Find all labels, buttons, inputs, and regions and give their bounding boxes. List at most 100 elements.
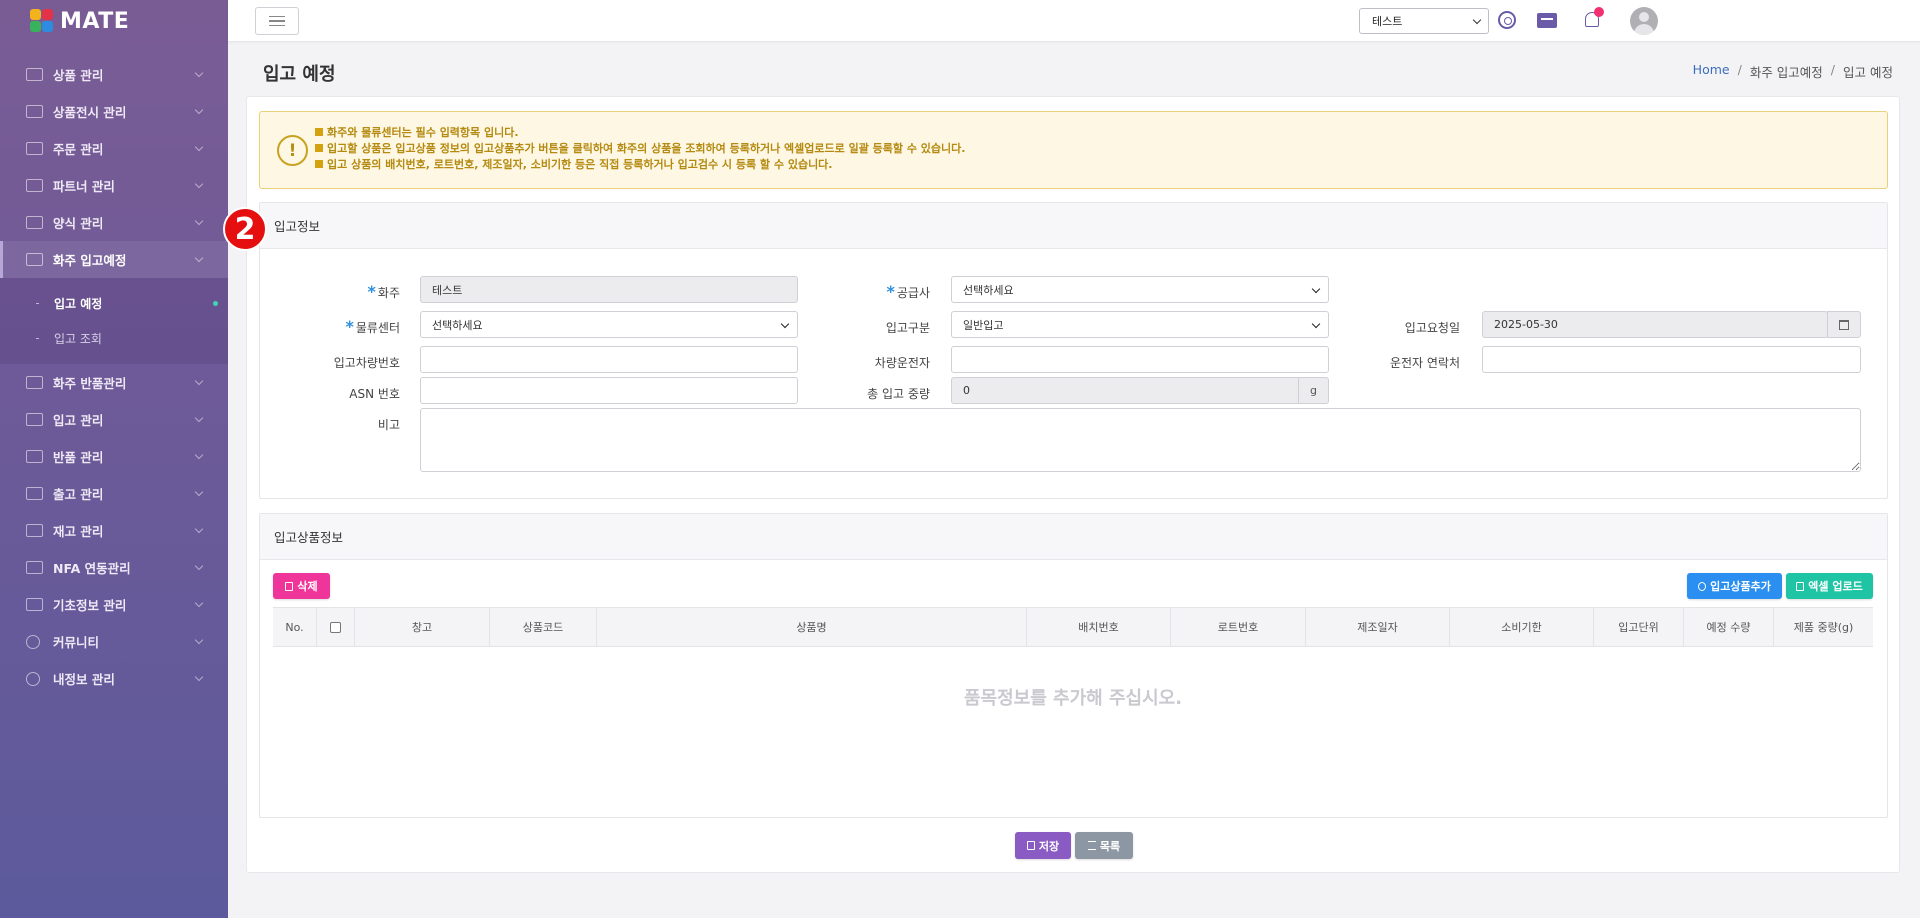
inbound-type-value: 일반입고 — [963, 318, 1004, 332]
column-header[interactable]: 제조일자 — [1306, 608, 1450, 646]
handshake-icon — [26, 179, 43, 192]
chevron-down-icon — [194, 376, 204, 386]
sidebar-item-basic-info[interactable]: 기초정보 관리 — [0, 586, 228, 623]
list-button[interactable]: 목록 — [1075, 832, 1133, 859]
chevron-down-icon — [194, 561, 204, 571]
save-button[interactable]: 저장 — [1015, 832, 1071, 859]
box-icon — [26, 68, 43, 81]
list-button-label: 목록 — [1099, 839, 1121, 853]
calendar-icon — [1839, 319, 1849, 330]
receive-icon — [26, 413, 43, 426]
vehicle-no-input[interactable] — [420, 346, 798, 373]
column-header[interactable]: 로트번호 — [1171, 608, 1306, 646]
sidebar-item-orders[interactable]: 주문 관리 — [0, 130, 228, 167]
exit-icon — [26, 450, 43, 463]
submenu-item-inbound-plan[interactable]: 입고 예정 — [0, 286, 228, 321]
shipper-select[interactable]: 테스트 — [1359, 8, 1489, 34]
save-button-label: 저장 — [1038, 839, 1060, 853]
avatar[interactable] — [1630, 7, 1658, 35]
sidebar-item-inbound[interactable]: 입고 관리 — [0, 401, 228, 438]
asn-input[interactable] — [420, 377, 798, 404]
center-select-value: 선택하세요 — [432, 318, 483, 332]
column-header[interactable]: 소비기한 — [1450, 608, 1594, 646]
section-title: 입고상품정보 — [260, 514, 1887, 560]
logo[interactable]: MATE — [0, 0, 228, 42]
topbar — [228, 0, 1920, 42]
column-header[interactable]: 예정 수량 — [1684, 608, 1774, 646]
chevron-down-icon — [194, 68, 204, 78]
column-header[interactable]: 배치번호 — [1027, 608, 1171, 646]
excel-upload-button[interactable]: 엑셀 업로드 — [1786, 573, 1873, 599]
chevron-down-icon — [194, 487, 204, 497]
sidebar-item-community[interactable]: 커뮤니티 — [0, 623, 228, 660]
chevron-down-icon — [194, 142, 204, 152]
sidebar-item-inventory[interactable]: 재고 관리 — [0, 512, 228, 549]
submenu-item-inbound-search[interactable]: 입고 조회 — [0, 321, 228, 356]
chevron-down-icon — [194, 672, 204, 682]
sidebar-item-outbound[interactable]: 출고 관리 — [0, 475, 228, 512]
column-header-select-all[interactable] — [317, 608, 355, 646]
breadcrumb: Home / 화주 입고예정 / 입고 예정 — [1693, 62, 1893, 81]
sidebar-item-returns[interactable]: 반품 관리 — [0, 438, 228, 475]
supplier-select[interactable]: 선택하세요 — [951, 276, 1329, 303]
driver-contact-label: 운전자 연락처 — [1389, 356, 1460, 370]
center-label: * 물류센터 — [345, 317, 400, 336]
inventory-icon — [26, 524, 43, 537]
sidebar-item-forms[interactable]: 양식 관리 — [0, 204, 228, 241]
column-header[interactable]: 상품명 — [597, 608, 1027, 646]
add-product-button[interactable]: 입고상품추가 — [1687, 573, 1782, 599]
add-product-button-label: 입고상품추가 — [1710, 580, 1771, 593]
remarks-label: 비고 — [377, 418, 400, 432]
sidebar-item-label: 입고 관리 — [53, 413, 104, 428]
sidebar-item-label: 반품 관리 — [53, 450, 104, 465]
sidebar-item-shipper-returns[interactable]: 화주 반품관리 — [0, 364, 228, 401]
sidebar-item-label: 내정보 관리 — [53, 672, 115, 687]
shipper-select-value: 테스트 — [1372, 15, 1403, 28]
remarks-textarea[interactable] — [420, 408, 1861, 472]
menu-toggle-button[interactable] — [255, 7, 299, 35]
breadcrumb-home-link[interactable]: Home — [1693, 62, 1730, 81]
sidebar-item-nfa[interactable]: NFA 연동관리 — [0, 549, 228, 586]
sidebar-item-label: 양식 관리 — [53, 216, 104, 231]
chevron-down-icon — [194, 450, 204, 460]
select-all-checkbox[interactable] — [330, 621, 341, 633]
column-header[interactable]: 제품 중량(g) — [1774, 608, 1873, 646]
hamburger-icon — [269, 15, 285, 18]
column-header[interactable]: 창고 — [355, 608, 490, 646]
sidebar-item-partners[interactable]: 파트너 관리 — [0, 167, 228, 204]
shipper-field[interactable]: 테스트 — [420, 276, 798, 303]
settings-gear-icon[interactable] — [1498, 11, 1516, 29]
chevron-down-icon — [194, 105, 204, 115]
total-weight-field[interactable]: 0 — [951, 377, 1299, 404]
chevron-down-icon — [194, 598, 204, 608]
notification-dot — [1594, 7, 1604, 17]
dash-icon — [36, 303, 39, 304]
column-header[interactable]: No. — [273, 608, 317, 646]
inbound-type-select[interactable]: 일반입고 — [951, 311, 1329, 338]
sidebar-item-my-info[interactable]: 내정보 관리 — [0, 660, 228, 697]
chevron-down-icon — [194, 216, 204, 226]
breadcrumb-item[interactable]: 화주 입고예정 — [1750, 62, 1823, 81]
products-table-header: No. 창고 상품코드 상품명 배치번호 로트번호 제조일자 소비기한 입고단위… — [273, 607, 1873, 647]
cards-icon[interactable] — [1535, 9, 1557, 31]
delete-button[interactable]: 삭제 — [273, 573, 330, 599]
breadcrumb-separator: / — [1830, 62, 1836, 77]
notice-line: 화주와 물류센터는 필수 입력항목 입니다. — [315, 125, 965, 141]
sidebar-menu: 상품 관리 상품전시 관리 주문 관리 파트너 관리 양식 관리 화주 입고예정 — [0, 56, 228, 697]
sidebar-item-display[interactable]: 상품전시 관리 — [0, 93, 228, 130]
upload-icon — [1796, 581, 1805, 591]
sidebar-item-products[interactable]: 상품 관리 — [0, 56, 228, 93]
sidebar-item-label: 재고 관리 — [53, 524, 104, 539]
sidebar-item-shipper-inbound[interactable]: 화주 입고예정 — [0, 241, 228, 278]
chevron-down-icon — [780, 319, 790, 329]
driver-input[interactable] — [951, 346, 1329, 373]
step-badge: 2 — [223, 207, 267, 251]
column-header[interactable]: 입고단위 — [1594, 608, 1684, 646]
center-select[interactable]: 선택하세요 — [420, 311, 798, 338]
logo-text: MATE — [60, 8, 130, 34]
request-date-field[interactable]: 2025-05-30 — [1482, 311, 1828, 338]
calendar-button[interactable] — [1827, 311, 1861, 338]
driver-contact-input[interactable] — [1482, 346, 1861, 373]
column-header[interactable]: 상품코드 — [490, 608, 597, 646]
supplier-label: * 공급사 — [886, 282, 931, 301]
